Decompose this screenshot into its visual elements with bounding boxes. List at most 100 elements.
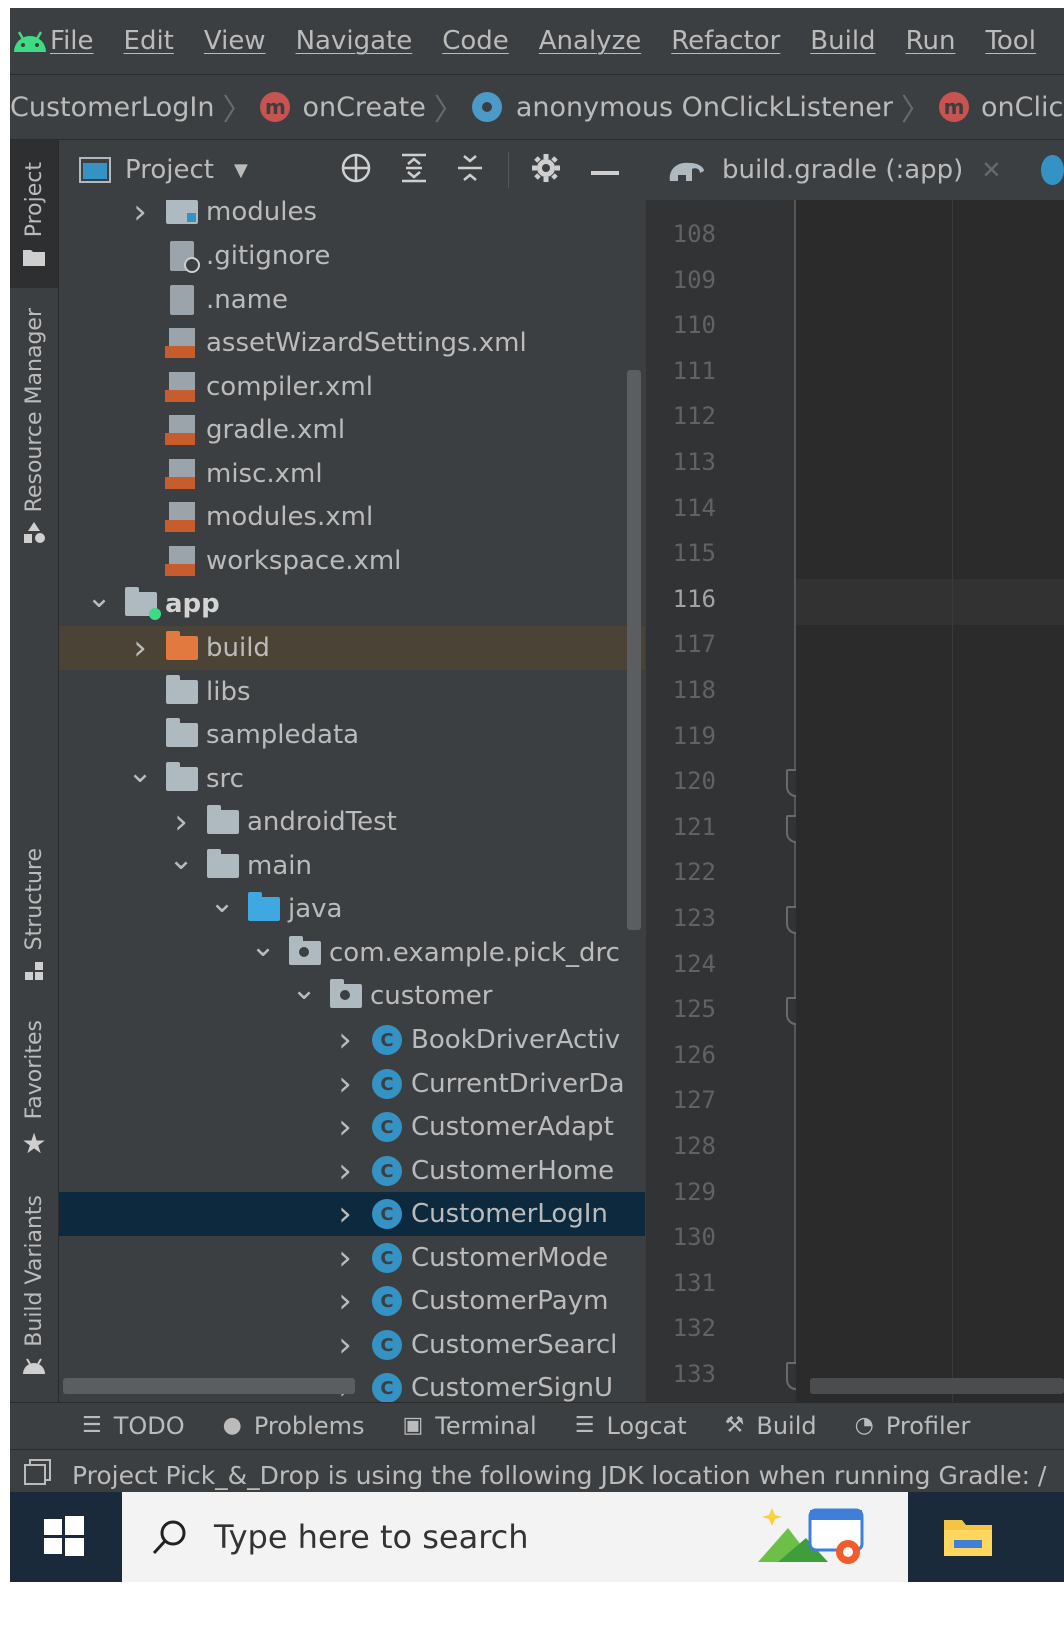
next-tab-class-icon[interactable] xyxy=(1041,155,1064,185)
windows-start-icon[interactable] xyxy=(44,1516,84,1560)
chevron-down-icon[interactable]: ⌄ xyxy=(86,580,111,615)
tree-row-sampledata[interactable]: sampledata xyxy=(59,713,645,757)
menu-item-navigate[interactable]: Navigate xyxy=(296,26,413,56)
status-message[interactable]: Project Pick_&_Drop is using the followi… xyxy=(72,1461,1046,1490)
tool-window-build[interactable]: ⚒ Build xyxy=(725,1412,817,1440)
editor-code-area[interactable] xyxy=(796,200,1064,1402)
project-view-selector[interactable]: Project ▼ xyxy=(125,155,248,185)
tree-row-workspace-xml[interactable]: workspace.xml xyxy=(59,539,645,583)
chevron-right-icon[interactable]: › xyxy=(333,1325,357,1365)
tree-row-bookdriveractiv[interactable]: › C BookDriverActiv xyxy=(59,1018,645,1062)
tree-row-customerpaym[interactable]: › C CustomerPaym xyxy=(59,1279,645,1323)
file-explorer-icon[interactable] xyxy=(942,1514,994,1562)
editor-tab-build-gradle[interactable]: build.gradle (:app) ✕ xyxy=(666,155,1001,185)
tree-row-build[interactable]: › build xyxy=(59,626,645,670)
tree-row-customer[interactable]: ⌄ customer xyxy=(59,972,645,1018)
tree-row-com-example-pick-drc[interactable]: ⌄ com.example.pick_drc xyxy=(59,929,645,975)
tree-row-androidtest[interactable]: › androidTest xyxy=(59,800,645,844)
tool-window-terminal[interactable]: ▣ Terminal xyxy=(402,1412,536,1440)
tree-row-assetwizardsettings-xml[interactable]: assetWizardSettings.xml xyxy=(59,321,645,365)
menu-item-file[interactable]: File xyxy=(50,26,94,56)
tree-row-currentdriverda[interactable]: › C CurrentDriverDa xyxy=(59,1062,645,1106)
chevron-down-icon[interactable]: ⌄ xyxy=(250,929,275,964)
tree-row-main[interactable]: ⌄ main xyxy=(59,842,645,888)
tool-window-problems[interactable]: ● Problems xyxy=(223,1412,365,1440)
locate-icon[interactable] xyxy=(340,152,372,188)
tree-row-name[interactable]: .name xyxy=(59,278,645,322)
chevron-right-icon[interactable]: › xyxy=(333,1238,357,1278)
tree-row-java[interactable]: ⌄ java xyxy=(59,885,645,931)
expand-all-icon[interactable] xyxy=(400,153,428,187)
news-widget-icon[interactable] xyxy=(758,1502,868,1572)
chevron-down-icon[interactable]: ⌄ xyxy=(291,972,316,1007)
stripe-tab-project[interactable]: Project xyxy=(10,140,58,288)
chevron-down-icon[interactable]: ⌄ xyxy=(168,842,193,877)
chevron-down-icon[interactable]: ⌄ xyxy=(209,885,234,920)
menu-item-edit[interactable]: Edit xyxy=(124,26,174,56)
tree-row-app[interactable]: ⌄ app xyxy=(59,580,645,626)
tree-row-modules[interactable]: › modules xyxy=(59,200,645,234)
menu-item-tool[interactable]: Tool xyxy=(985,26,1036,56)
tree-row-src[interactable]: ⌄ src xyxy=(59,755,645,801)
fold-marker-icon[interactable] xyxy=(786,997,796,1026)
toolbar-divider xyxy=(507,152,509,188)
menu-item-view[interactable]: View xyxy=(204,26,266,56)
collapse-all-icon[interactable] xyxy=(456,153,484,187)
stripe-tab-resource-manager[interactable]: Resource Manager xyxy=(10,306,58,546)
gear-icon[interactable] xyxy=(531,153,561,187)
tree-row-customerlogin[interactable]: › C CustomerLogIn xyxy=(59,1192,645,1236)
tree-row-customerhome[interactable]: › C CustomerHome xyxy=(59,1149,645,1193)
menu-item-run[interactable]: Run xyxy=(906,26,956,56)
close-tab-icon[interactable]: ✕ xyxy=(981,156,1001,184)
tree-row-compiler-xml[interactable]: compiler.xml xyxy=(59,365,645,409)
fold-marker-icon[interactable] xyxy=(786,1362,796,1390)
tree-row-gitignore[interactable]: .gitignore xyxy=(59,234,645,278)
menu-item-build[interactable]: Build xyxy=(810,26,875,56)
tree-row-gradle-xml[interactable]: gradle.xml xyxy=(59,408,645,452)
project-tree[interactable]: ›CCustomerSignU›CCustomerSearcl›CCustome… xyxy=(59,200,645,1402)
chevron-right-icon[interactable]: › xyxy=(333,1064,357,1104)
chevron-right-icon[interactable]: › xyxy=(333,1281,357,1321)
tree-row-modules-xml[interactable]: modules.xml xyxy=(59,495,645,539)
line-number: 115 xyxy=(672,539,716,568)
chevron-right-icon[interactable]: › xyxy=(128,628,152,668)
tree-row-customeradapt[interactable]: › C CustomerAdapt xyxy=(59,1105,645,1149)
tree-row-customersearcl[interactable]: › C CustomerSearcl xyxy=(59,1323,645,1367)
chevron-right-icon[interactable]: › xyxy=(333,1194,357,1234)
vertical-scrollbar[interactable] xyxy=(627,370,641,930)
breadcrumb-item-listener[interactable]: anonymous OnClickListener xyxy=(471,92,893,123)
search-placeholder: Type here to search xyxy=(214,1518,529,1556)
menu-item-refactor[interactable]: Refactor xyxy=(671,26,780,56)
taskbar-search-box[interactable]: Type here to search xyxy=(122,1492,908,1582)
tree-row-misc-xml[interactable]: misc.xml xyxy=(59,452,645,496)
fold-marker-icon[interactable] xyxy=(786,906,796,934)
tool-window-label: Profiler xyxy=(885,1411,971,1440)
tool-window-logcat[interactable]: ☰ Logcat xyxy=(575,1412,687,1440)
stripe-tab-build-variants[interactable]: Build Variants xyxy=(10,1190,58,1380)
chevron-right-icon[interactable]: › xyxy=(333,1107,357,1147)
hide-panel-icon[interactable] xyxy=(590,161,619,180)
fold-marker-icon[interactable] xyxy=(786,814,796,843)
line-number: 130 xyxy=(672,1223,716,1252)
stripe-tab-favorites[interactable]: Favorites ★ xyxy=(10,1010,58,1170)
tree-row-libs[interactable]: libs xyxy=(59,670,645,714)
horizontal-scrollbar[interactable] xyxy=(63,1378,355,1394)
tool-window-todo[interactable]: ☰ TODO xyxy=(82,1412,185,1440)
chevron-right-icon[interactable]: › xyxy=(169,802,193,842)
breadcrumb-item-onclick[interactable]: monClick xyxy=(939,92,1064,123)
chevron-right-icon[interactable]: › xyxy=(333,1020,357,1060)
tool-window-profiler[interactable]: ◔ Profiler xyxy=(855,1412,971,1440)
editor-horizontal-scrollbar[interactable] xyxy=(810,1378,1064,1394)
status-window-icon[interactable] xyxy=(24,1459,52,1491)
breadcrumb-item-oncreate[interactable]: m onCreate xyxy=(260,92,426,123)
fold-marker-icon[interactable] xyxy=(786,769,796,798)
menu-item-analyze[interactable]: Analyze xyxy=(539,26,641,56)
chevron-down-icon[interactable]: ⌄ xyxy=(127,755,152,790)
windows-taskbar: Type here to search xyxy=(10,1492,1064,1582)
chevron-right-icon[interactable]: › xyxy=(128,200,152,232)
menu-item-code[interactable]: Code xyxy=(442,26,509,56)
breadcrumb-item-class[interactable]: CustomerLogIn xyxy=(10,92,214,123)
stripe-tab-structure[interactable]: Structure xyxy=(10,840,58,990)
chevron-right-icon[interactable]: › xyxy=(333,1151,357,1191)
tree-row-customermode[interactable]: › C CustomerMode xyxy=(59,1236,645,1280)
